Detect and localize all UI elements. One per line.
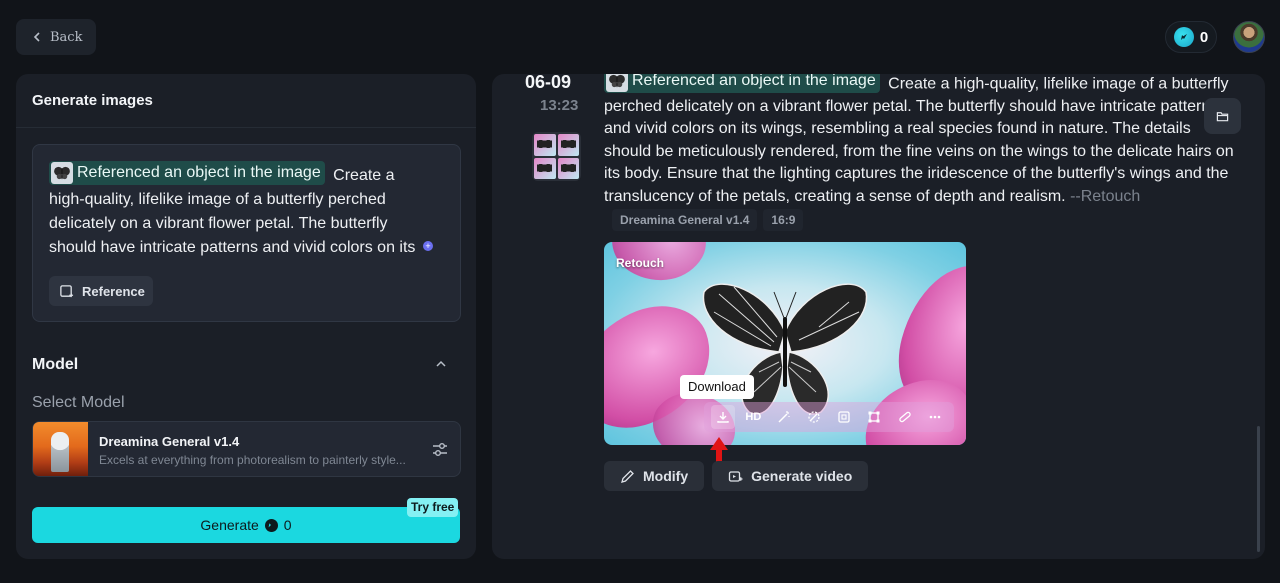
magic-wand-icon: [778, 411, 790, 423]
butterfly-image: [702, 283, 868, 415]
results-panel: 06-09 13:23 Referenced an object in the …: [492, 74, 1265, 559]
hd-label: HD: [745, 411, 762, 423]
eraser-icon: [808, 411, 820, 423]
crop-button[interactable]: [862, 405, 886, 429]
video-add-icon: [728, 470, 743, 482]
result-time: 13:23: [540, 97, 579, 114]
scrollbar[interactable]: [1257, 426, 1260, 552]
download-tooltip: Download: [680, 375, 754, 399]
generate-panel: Generate images Referenced an object in …: [16, 74, 476, 559]
brush-button[interactable]: [893, 405, 917, 429]
folder-button[interactable]: [1204, 98, 1241, 134]
more-icon: [929, 415, 941, 419]
eraser-button[interactable]: [802, 405, 826, 429]
expand-button[interactable]: [832, 405, 856, 429]
reference-chip-label: Referenced an object in the image: [77, 164, 321, 181]
reference-chip[interactable]: Referenced an object in the image: [604, 74, 880, 93]
generate-video-label: Generate video: [751, 468, 853, 484]
hd-button[interactable]: HD: [741, 405, 765, 429]
generate-cost: 0: [283, 517, 292, 533]
credit-icon: [264, 518, 278, 532]
sliders-icon[interactable]: [431, 441, 449, 459]
reference-image-thumbnail[interactable]: [532, 132, 581, 181]
magic-wand-button[interactable]: [772, 405, 796, 429]
model-description: Excels at everything from photorealism t…: [99, 453, 406, 467]
prompt-text[interactable]: Referenced an object in the image Create…: [49, 161, 434, 261]
folder-icon: [1216, 111, 1229, 121]
crop-icon: [868, 411, 880, 423]
reference-button-label: Reference: [82, 283, 145, 299]
prompt-input[interactable]: Referenced an object in the image Create…: [32, 144, 461, 322]
generate-button[interactable]: Generate 0: [32, 507, 460, 543]
divider: [16, 127, 476, 128]
expand-icon: [838, 411, 850, 423]
result-date: 06-09: [525, 74, 572, 92]
reference-chip[interactable]: Referenced an object in the image: [49, 161, 325, 185]
image-add-icon: [60, 284, 74, 297]
select-model-label: Select Model: [32, 394, 125, 411]
result-prompt: Referenced an object in the image Create…: [604, 74, 1239, 208]
chevron-up-icon[interactable]: [435, 358, 447, 370]
result-tags: Dreamina General v1.4 16:9: [612, 209, 804, 231]
try-free-badge: Try free: [407, 498, 459, 517]
model-tag: Dreamina General v1.4: [612, 209, 758, 231]
model-section-title: Model: [32, 356, 79, 373]
result-prompt-text: Create a high-quality, lifelike image of…: [604, 75, 1234, 205]
credits-badge[interactable]: 0: [1165, 21, 1217, 53]
panel-title: Generate images: [32, 92, 153, 109]
result-actions: Modify Generate video: [604, 461, 869, 491]
generate-video-button[interactable]: Generate video: [712, 461, 869, 491]
model-name: Dreamina General v1.4: [99, 434, 240, 449]
modify-label: Modify: [643, 468, 689, 484]
back-button[interactable]: Back: [16, 19, 96, 55]
expand-prompt-icon[interactable]: +: [423, 241, 433, 251]
back-label: Back: [50, 29, 83, 45]
avatar[interactable]: [1233, 21, 1265, 53]
reference-chip-label: Referenced an object in the image: [632, 74, 876, 89]
pencil-icon: [621, 469, 634, 483]
generate-label: Generate: [200, 517, 259, 533]
more-button[interactable]: [923, 405, 947, 429]
butterfly-thumb-icon: [51, 162, 73, 184]
retouch-suffix: --Retouch: [1070, 187, 1141, 205]
butterfly-thumb-icon: [606, 74, 628, 93]
reference-button[interactable]: Reference: [49, 276, 153, 306]
model-thumbnail: [33, 422, 88, 476]
ratio-tag: 16:9: [763, 209, 804, 231]
brush-icon: [898, 411, 911, 423]
modify-button[interactable]: Modify: [604, 461, 705, 491]
model-selector[interactable]: Dreamina General v1.4 Excels at everythi…: [32, 421, 461, 477]
generated-image[interactable]: Retouch HD: [604, 242, 966, 445]
credit-icon: [1173, 27, 1194, 47]
chevron-left-icon: [33, 32, 40, 42]
credits-count: 0: [1199, 28, 1209, 46]
download-button[interactable]: [711, 405, 736, 429]
image-label: Retouch: [616, 256, 664, 270]
download-icon: [717, 412, 729, 423]
image-toolbar: HD: [704, 402, 954, 432]
